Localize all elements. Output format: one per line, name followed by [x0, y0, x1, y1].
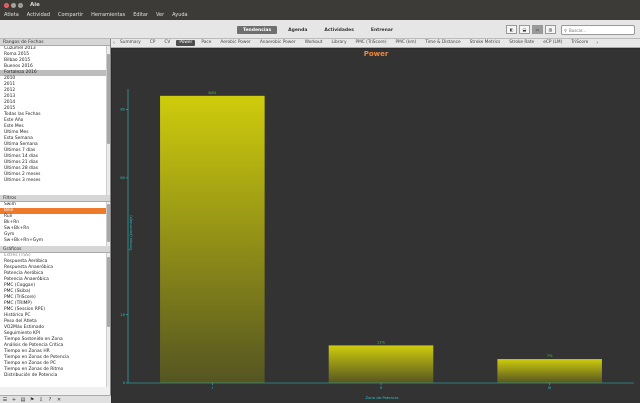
- bar: [497, 359, 602, 383]
- chart-tab-3[interactable]: Power: [176, 40, 196, 46]
- search-box[interactable]: ⚲: [561, 25, 635, 35]
- tiles-view-icon[interactable]: ▥: [545, 25, 556, 34]
- filters-scrollbar[interactable]: [106, 202, 110, 246]
- chart-tab-7[interactable]: Workout: [302, 40, 326, 46]
- date-ranges-item[interactable]: Últimos 3 meses: [0, 178, 110, 184]
- date-ranges-scrollbar[interactable]: [106, 46, 110, 195]
- menu-icon[interactable]: ☰: [2, 397, 8, 403]
- bottom-panel-icon[interactable]: ⬓: [519, 25, 530, 34]
- maximize-icon[interactable]: +: [18, 2, 23, 8]
- bookmark-icon[interactable]: ⚑: [29, 397, 35, 403]
- add-icon[interactable]: +: [11, 397, 17, 403]
- chart-title: Power: [364, 50, 389, 58]
- menu-bar: Atleta Actividad Compartir Herramientas Edit…: [0, 10, 640, 20]
- bar-value-label: 7%: [547, 354, 553, 358]
- chart-tab-11[interactable]: Time & Distance: [422, 40, 463, 46]
- search-icon: ⚲: [564, 27, 567, 33]
- menu-3[interactable]: Herramientas: [91, 12, 125, 18]
- chart-area: Power 0 20 60 80 84% 11% 7% I II III Tiempo (po…: [112, 49, 640, 403]
- tabs-view-icon[interactable]: ▭: [532, 25, 543, 34]
- power-chart: Power 0206080 84%11%7% I II III Tiempo (po…: [120, 50, 634, 400]
- y-tick-label: 20: [120, 313, 125, 317]
- sidebar: Rangos de Fechas Cuzumel 2013 Roma 2015 Bi…: [0, 39, 111, 403]
- menu-1[interactable]: Actividad: [27, 12, 50, 18]
- chart-tab-15[interactable]: TriScore: [568, 40, 591, 46]
- title-bar: × – + Aie: [0, 0, 640, 10]
- view-tab-3[interactable]: Entrenar: [365, 26, 399, 34]
- chevron-right-icon[interactable]: ›: [594, 40, 600, 46]
- charts-scrollbar[interactable]: [106, 253, 110, 387]
- chart-tabs: ‹ Summary CP CV Power Pace Aerobic Power Anaer…: [111, 39, 640, 48]
- help-icon[interactable]: ?: [47, 397, 53, 403]
- chart-tab-10[interactable]: PMC (km): [393, 40, 420, 46]
- delete-icon[interactable]: ✕: [56, 397, 62, 403]
- menu-5[interactable]: Ver: [156, 12, 164, 18]
- chart-tab-5[interactable]: Aerobic Power: [217, 40, 253, 46]
- view-tab-2[interactable]: Actividades: [318, 26, 360, 34]
- filters-list: Swim Bike Run Bk+Rn Sw+Bk+Rn Gym Sw+Bk+Rn+Gym: [0, 202, 110, 246]
- charts-list: Estrés (TSS) Respuesta Aeróbica Respuesta …: [0, 253, 110, 387]
- chart-tab-14[interactable]: eCP (LM): [540, 40, 565, 46]
- charts-item[interactable]: Distribución de Potencia: [0, 373, 110, 379]
- y-tick-label: 60: [120, 176, 125, 180]
- chart-tab-12[interactable]: Stroke Metrics: [467, 40, 504, 46]
- bar-value-label: 11%: [377, 340, 386, 344]
- bar: [328, 345, 434, 383]
- folder-icon[interactable]: ▤: [20, 397, 26, 403]
- date-ranges-header: Rangos de Fechas: [0, 39, 110, 46]
- chart-tab-13[interactable]: Stroke Rate: [506, 40, 537, 46]
- toolbar: Tendencias Agenda Actividades Entrenar ◧ ⬓ …: [0, 20, 640, 39]
- chart-tab-2[interactable]: CV: [161, 40, 173, 46]
- view-tab-0[interactable]: Tendencias: [237, 26, 278, 34]
- search-input[interactable]: [568, 27, 625, 33]
- chart-tab-4[interactable]: Pace: [198, 40, 214, 46]
- minimize-icon[interactable]: –: [11, 2, 16, 8]
- view-tab-1[interactable]: Agenda: [282, 26, 313, 34]
- sidebar-footer: ☰ + ▤ ⚑ ⇩ ? ✕: [0, 395, 111, 403]
- menu-0[interactable]: Atleta: [4, 12, 19, 18]
- window-title: Aie: [30, 2, 40, 8]
- y-tick-label: 0: [123, 381, 126, 385]
- x-axis-label: Zona de Potencia: [366, 395, 399, 400]
- sidebar-toggle-icon[interactable]: ◧: [506, 25, 517, 34]
- x-tick-label: II: [380, 386, 382, 390]
- import-icon[interactable]: ⇩: [38, 397, 44, 403]
- filters-header: Filtros: [0, 195, 110, 202]
- chart-tab-0[interactable]: Summary: [117, 40, 144, 46]
- menu-2[interactable]: Compartir: [58, 12, 83, 18]
- layout-buttons: ◧ ⬓ ▭ ▥: [506, 25, 558, 34]
- menu-4[interactable]: Editar: [133, 12, 148, 18]
- bar-value-label: 84%: [208, 91, 217, 95]
- x-tick-label: I: [212, 386, 213, 390]
- view-tabs: Tendencias Agenda Actividades Entrenar: [237, 26, 404, 34]
- x-tick-label: III: [548, 386, 551, 390]
- menu-6[interactable]: Ayuda: [172, 12, 187, 18]
- close-icon[interactable]: ×: [4, 2, 9, 8]
- date-ranges-list: Cuzumel 2013 Roma 2015 Bilbao 2015 Buenos 2…: [0, 46, 110, 195]
- chart-tab-9[interactable]: PMC (TriScore): [353, 40, 390, 46]
- filters-item[interactable]: Sw+Bk+Rn+Gym: [0, 238, 110, 244]
- charts-header: Gráficos: [0, 246, 110, 253]
- bar: [160, 95, 265, 383]
- chart-tab-1[interactable]: CP: [147, 40, 159, 46]
- y-tick-label: 80: [120, 108, 125, 112]
- y-axis-label: Tiempo (porcentaje): [129, 215, 133, 252]
- chart-tab-6[interactable]: Anaerobic Power: [257, 40, 299, 46]
- chart-tab-8[interactable]: Library: [328, 40, 349, 46]
